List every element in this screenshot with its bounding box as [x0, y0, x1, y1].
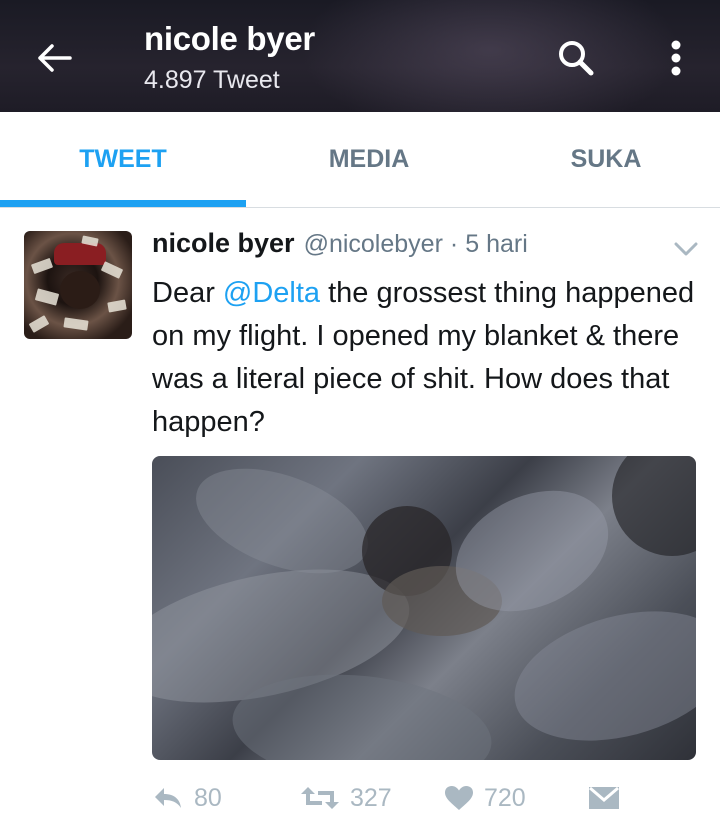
- retweet-count: 327: [350, 783, 392, 812]
- active-tab-indicator: [0, 200, 246, 207]
- reply-count: 80: [194, 783, 222, 812]
- heart-icon: [445, 786, 473, 810]
- profile-header: nicole byer 4.897 Tweet: [0, 0, 720, 112]
- tweet-timestamp[interactable]: 5 hari: [465, 230, 528, 259]
- tweet-header: nicole byer @nicolebyer · 5 hari: [152, 228, 528, 264]
- direct-message-icon: [589, 786, 619, 809]
- retweet-icon: [301, 787, 339, 809]
- mention-link[interactable]: @Delta: [223, 277, 320, 309]
- tab-suka[interactable]: SUKA: [492, 112, 720, 206]
- retweet-button[interactable]: 327: [300, 776, 392, 820]
- like-count: 720: [484, 783, 526, 812]
- chevron-down-icon: [674, 242, 698, 256]
- tweet-photo[interactable]: [152, 456, 696, 760]
- separator-dot: ·: [449, 230, 459, 258]
- profile-tabs: TWEET MEDIA SUKA: [0, 112, 720, 208]
- tab-media[interactable]: MEDIA: [246, 112, 492, 206]
- search-icon: [559, 41, 594, 76]
- tweet-count: 4.897 Tweet: [144, 66, 280, 94]
- avatar[interactable]: [24, 231, 132, 339]
- more-options-button[interactable]: [656, 34, 696, 82]
- more-vertical-icon: [671, 40, 681, 76]
- tweet-text: Dear @Delta the grossest thing happened …: [152, 272, 700, 444]
- search-button[interactable]: [552, 34, 600, 82]
- tab-tweet[interactable]: TWEET: [0, 112, 246, 206]
- like-button[interactable]: 720: [444, 776, 526, 820]
- back-button[interactable]: [30, 34, 78, 82]
- direct-message-button[interactable]: [588, 776, 630, 820]
- tweet-actions: 80 327 720: [152, 776, 700, 820]
- reply-icon: [155, 788, 181, 808]
- back-arrow-icon: [38, 44, 72, 72]
- tweet-options-button[interactable]: [670, 236, 702, 262]
- tweet-text-part: Dear: [152, 277, 223, 309]
- author-name[interactable]: nicole byer: [152, 228, 295, 259]
- profile-name: nicole byer: [144, 20, 315, 57]
- reply-button[interactable]: 80: [152, 776, 222, 820]
- author-handle[interactable]: @nicolebyer: [304, 230, 443, 259]
